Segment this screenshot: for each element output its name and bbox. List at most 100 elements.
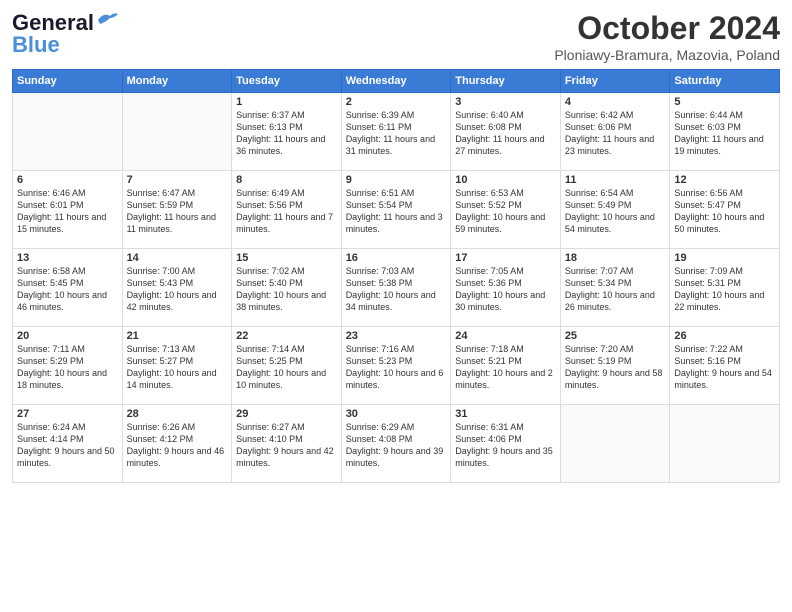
calendar-week-row: 1Sunrise: 6:37 AM Sunset: 6:13 PM Daylig… [13,93,780,171]
day-of-week-header: Monday [122,70,232,93]
calendar-week-row: 27Sunrise: 6:24 AM Sunset: 4:14 PM Dayli… [13,405,780,483]
day-number: 9 [346,174,447,186]
calendar-cell: 31Sunrise: 6:31 AM Sunset: 4:06 PM Dayli… [451,405,561,483]
calendar-cell: 14Sunrise: 7:00 AM Sunset: 5:43 PM Dayli… [122,249,232,327]
calendar-cell: 6Sunrise: 6:46 AM Sunset: 6:01 PM Daylig… [13,171,123,249]
day-info: Sunrise: 7:18 AM Sunset: 5:21 PM Dayligh… [455,343,556,392]
day-of-week-header: Friday [560,70,670,93]
calendar-cell: 1Sunrise: 6:37 AM Sunset: 6:13 PM Daylig… [232,93,342,171]
day-info: Sunrise: 6:24 AM Sunset: 4:14 PM Dayligh… [17,421,118,470]
day-info: Sunrise: 7:02 AM Sunset: 5:40 PM Dayligh… [236,265,337,314]
day-number: 18 [565,252,666,264]
day-info: Sunrise: 7:05 AM Sunset: 5:36 PM Dayligh… [455,265,556,314]
page-container: General Blue October 2024 Ploniawy-Bramu… [0,0,792,493]
calendar-cell: 23Sunrise: 7:16 AM Sunset: 5:23 PM Dayli… [341,327,451,405]
day-info: Sunrise: 7:07 AM Sunset: 5:34 PM Dayligh… [565,265,666,314]
logo-blue-text: Blue [12,32,60,57]
title-section: October 2024 Ploniawy-Bramura, Mazovia, … [554,10,780,63]
day-info: Sunrise: 6:53 AM Sunset: 5:52 PM Dayligh… [455,187,556,236]
calendar-cell: 22Sunrise: 7:14 AM Sunset: 5:25 PM Dayli… [232,327,342,405]
day-of-week-header: Wednesday [341,70,451,93]
calendar-header-row: SundayMondayTuesdayWednesdayThursdayFrid… [13,70,780,93]
calendar-cell: 10Sunrise: 6:53 AM Sunset: 5:52 PM Dayli… [451,171,561,249]
day-number: 8 [236,174,337,186]
day-info: Sunrise: 6:49 AM Sunset: 5:56 PM Dayligh… [236,187,337,236]
calendar-cell: 11Sunrise: 6:54 AM Sunset: 5:49 PM Dayli… [560,171,670,249]
day-number: 10 [455,174,556,186]
calendar-cell: 26Sunrise: 7:22 AM Sunset: 5:16 PM Dayli… [670,327,780,405]
calendar-cell: 19Sunrise: 7:09 AM Sunset: 5:31 PM Dayli… [670,249,780,327]
day-number: 4 [565,96,666,108]
day-number: 23 [346,330,447,342]
day-info: Sunrise: 6:42 AM Sunset: 6:06 PM Dayligh… [565,109,666,158]
day-info: Sunrise: 6:37 AM Sunset: 6:13 PM Dayligh… [236,109,337,158]
calendar-cell: 9Sunrise: 6:51 AM Sunset: 5:54 PM Daylig… [341,171,451,249]
day-info: Sunrise: 6:56 AM Sunset: 5:47 PM Dayligh… [674,187,775,236]
day-number: 27 [17,408,118,420]
day-info: Sunrise: 6:44 AM Sunset: 6:03 PM Dayligh… [674,109,775,158]
calendar-table: SundayMondayTuesdayWednesdayThursdayFrid… [12,69,780,483]
header: General Blue October 2024 Ploniawy-Bramu… [12,10,780,63]
day-info: Sunrise: 7:20 AM Sunset: 5:19 PM Dayligh… [565,343,666,392]
day-info: Sunrise: 6:26 AM Sunset: 4:12 PM Dayligh… [127,421,228,470]
day-number: 22 [236,330,337,342]
calendar-cell: 8Sunrise: 6:49 AM Sunset: 5:56 PM Daylig… [232,171,342,249]
day-number: 5 [674,96,775,108]
day-info: Sunrise: 6:31 AM Sunset: 4:06 PM Dayligh… [455,421,556,470]
calendar-cell: 27Sunrise: 6:24 AM Sunset: 4:14 PM Dayli… [13,405,123,483]
day-number: 29 [236,408,337,420]
day-of-week-header: Sunday [13,70,123,93]
day-info: Sunrise: 6:54 AM Sunset: 5:49 PM Dayligh… [565,187,666,236]
day-info: Sunrise: 7:11 AM Sunset: 5:29 PM Dayligh… [17,343,118,392]
day-number: 20 [17,330,118,342]
day-number: 2 [346,96,447,108]
day-info: Sunrise: 6:29 AM Sunset: 4:08 PM Dayligh… [346,421,447,470]
day-number: 14 [127,252,228,264]
calendar-week-row: 20Sunrise: 7:11 AM Sunset: 5:29 PM Dayli… [13,327,780,405]
calendar-cell: 30Sunrise: 6:29 AM Sunset: 4:08 PM Dayli… [341,405,451,483]
day-of-week-header: Tuesday [232,70,342,93]
day-number: 6 [17,174,118,186]
day-number: 7 [127,174,228,186]
day-number: 11 [565,174,666,186]
day-info: Sunrise: 7:16 AM Sunset: 5:23 PM Dayligh… [346,343,447,392]
calendar-cell: 3Sunrise: 6:40 AM Sunset: 6:08 PM Daylig… [451,93,561,171]
day-number: 1 [236,96,337,108]
calendar-cell: 17Sunrise: 7:05 AM Sunset: 5:36 PM Dayli… [451,249,561,327]
day-of-week-header: Saturday [670,70,780,93]
day-number: 19 [674,252,775,264]
day-number: 21 [127,330,228,342]
day-number: 28 [127,408,228,420]
logo: General Blue [12,10,118,58]
day-info: Sunrise: 7:00 AM Sunset: 5:43 PM Dayligh… [127,265,228,314]
day-info: Sunrise: 6:27 AM Sunset: 4:10 PM Dayligh… [236,421,337,470]
day-of-week-header: Thursday [451,70,561,93]
day-info: Sunrise: 7:13 AM Sunset: 5:27 PM Dayligh… [127,343,228,392]
calendar-cell: 18Sunrise: 7:07 AM Sunset: 5:34 PM Dayli… [560,249,670,327]
day-number: 15 [236,252,337,264]
calendar-cell: 20Sunrise: 7:11 AM Sunset: 5:29 PM Dayli… [13,327,123,405]
calendar-cell: 28Sunrise: 6:26 AM Sunset: 4:12 PM Dayli… [122,405,232,483]
day-number: 17 [455,252,556,264]
logo-bird-icon [96,10,118,28]
calendar-cell [560,405,670,483]
calendar-cell: 4Sunrise: 6:42 AM Sunset: 6:06 PM Daylig… [560,93,670,171]
day-info: Sunrise: 6:51 AM Sunset: 5:54 PM Dayligh… [346,187,447,236]
calendar-cell: 12Sunrise: 6:56 AM Sunset: 5:47 PM Dayli… [670,171,780,249]
calendar-cell [13,93,123,171]
day-number: 25 [565,330,666,342]
calendar-cell: 2Sunrise: 6:39 AM Sunset: 6:11 PM Daylig… [341,93,451,171]
month-title: October 2024 [554,10,780,47]
day-number: 13 [17,252,118,264]
day-info: Sunrise: 7:22 AM Sunset: 5:16 PM Dayligh… [674,343,775,392]
day-info: Sunrise: 6:47 AM Sunset: 5:59 PM Dayligh… [127,187,228,236]
calendar-cell: 15Sunrise: 7:02 AM Sunset: 5:40 PM Dayli… [232,249,342,327]
location: Ploniawy-Bramura, Mazovia, Poland [554,47,780,63]
day-number: 3 [455,96,556,108]
day-number: 12 [674,174,775,186]
day-number: 26 [674,330,775,342]
day-info: Sunrise: 7:09 AM Sunset: 5:31 PM Dayligh… [674,265,775,314]
day-number: 30 [346,408,447,420]
day-number: 16 [346,252,447,264]
calendar-cell: 16Sunrise: 7:03 AM Sunset: 5:38 PM Dayli… [341,249,451,327]
